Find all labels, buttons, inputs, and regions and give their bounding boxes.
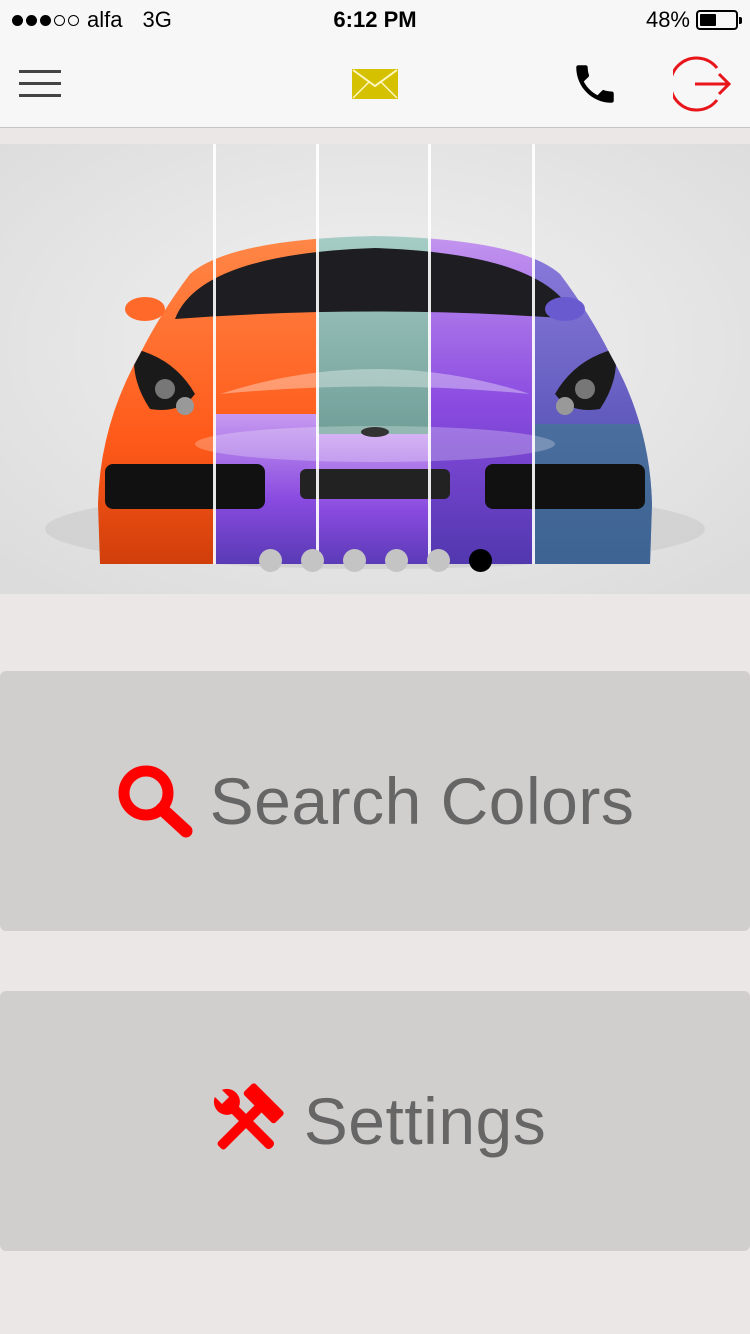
phone-icon xyxy=(576,64,614,103)
call-button[interactable] xyxy=(562,40,628,127)
settings-label: Settings xyxy=(303,1084,547,1158)
logout-icon xyxy=(673,56,732,111)
battery-fill xyxy=(700,14,717,26)
carousel-page-dot[interactable] xyxy=(384,549,408,572)
search-colors-button[interactable]: Search Colors xyxy=(0,671,750,931)
status-right: 48% xyxy=(645,7,742,33)
menu-button[interactable] xyxy=(10,40,70,127)
hamburger-icon xyxy=(19,69,61,97)
carousel-pager xyxy=(0,549,750,573)
tools-icon xyxy=(204,1082,288,1160)
search-colors-label: Search Colors xyxy=(209,764,635,838)
search-icon xyxy=(116,763,194,839)
carousel-page-dot[interactable] xyxy=(468,549,492,572)
battery-percent: 48% xyxy=(645,7,690,32)
carousel-page-dot[interactable] xyxy=(258,549,282,572)
carousel-page-dot[interactable] xyxy=(342,549,366,572)
battery-icon xyxy=(696,10,742,30)
image-carousel[interactable] xyxy=(0,144,750,594)
battery-tip xyxy=(739,17,742,24)
car-color-image xyxy=(0,144,750,594)
status-time: 6:12 PM xyxy=(333,7,417,32)
mail-button[interactable] xyxy=(345,40,405,127)
carousel-page-dot[interactable] xyxy=(426,549,450,572)
settings-button[interactable]: Settings xyxy=(0,991,750,1251)
nav-bar xyxy=(0,40,750,128)
carousel-page-dot[interactable] xyxy=(300,549,324,572)
status-bar: alfa 3G 6:12 PM 48% xyxy=(0,0,750,40)
logout-button[interactable] xyxy=(668,40,738,127)
envelope-icon xyxy=(352,68,398,99)
